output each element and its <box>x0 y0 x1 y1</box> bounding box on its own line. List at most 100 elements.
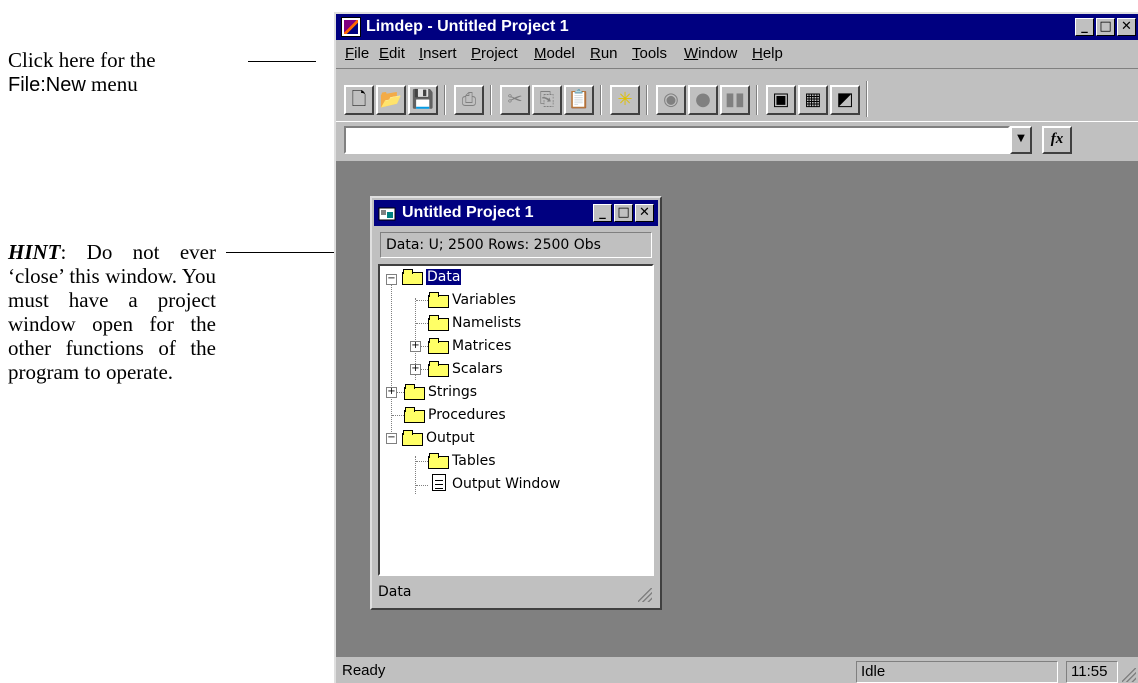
file-new-leader-line <box>248 61 316 62</box>
file-new-annotation-menu: File:New <box>8 74 86 96</box>
menu-tools[interactable]: Tools <box>632 42 667 66</box>
tree-item-label: Matrices <box>452 338 512 354</box>
open-folder-icon <box>402 269 423 285</box>
toolbar-separator <box>646 85 648 115</box>
toolbar: 🗋 📂 💾 ⎙ ✂ ⎘ 📋 ✳ ◉ ● ▮▮ ▣ ▦ ◩ <box>336 68 1138 122</box>
command-dropdown-button[interactable]: ▼ <box>1010 126 1032 154</box>
document-icon <box>432 474 446 491</box>
fx-button[interactable]: fx <box>1042 126 1072 154</box>
command-row: ▼ fx <box>336 122 1138 158</box>
project-info-bar: Data: U; 2500 Rows: 2500 Obs <box>380 232 652 258</box>
open-folder-icon <box>402 430 423 446</box>
tree-connector <box>420 346 428 347</box>
new-file-icon[interactable]: 🗋 <box>344 85 374 115</box>
status-time-panel: 11:55 <box>1066 661 1118 683</box>
project-icon[interactable]: ▣ <box>766 85 796 115</box>
maximize-button[interactable]: □ <box>1096 18 1115 36</box>
project-status-text: Data <box>378 584 412 600</box>
limdep-app-icon[interactable] <box>341 17 361 37</box>
tree-item-procedures[interactable]: Procedures <box>404 404 506 426</box>
tree-item-scalars[interactable]: Scalars <box>428 358 503 380</box>
tree-item-output[interactable]: Output <box>402 427 475 449</box>
menu-project[interactable]: Project <box>471 42 518 66</box>
tree-item-label: Data <box>426 269 462 285</box>
collapse-data-icon[interactable]: − <box>386 274 397 285</box>
folder-icon <box>428 361 449 377</box>
menu-file[interactable]: File <box>345 42 369 66</box>
tree-item-namelists[interactable]: Namelists <box>428 312 521 334</box>
expand-scalars-icon[interactable]: + <box>410 364 421 375</box>
menu-window[interactable]: Window <box>684 42 737 66</box>
project-minimize-button[interactable]: _ <box>593 204 612 222</box>
minimize-button[interactable]: _ <box>1075 18 1094 36</box>
project-tree[interactable]: − Data Variables Namelists + Matrices + … <box>378 264 654 576</box>
hint-annotation: HINT: Do not ever ‘close’ this window. Y… <box>8 240 216 384</box>
tree-connector <box>392 415 404 416</box>
save-icon[interactable]: 💾 <box>408 85 438 115</box>
resize-grip-icon[interactable] <box>638 588 652 602</box>
status-state-panel: Idle <box>856 661 1058 683</box>
tree-item-label: Tables <box>452 453 496 469</box>
menu-run[interactable]: Run <box>590 42 618 66</box>
status-bar: Ready Idle 11:55 <box>336 659 1138 683</box>
tree-item-label: Variables <box>452 292 516 308</box>
toolbar-separator <box>444 85 446 115</box>
cut-icon[interactable]: ✂ <box>500 85 530 115</box>
pause-icon[interactable]: ▮▮ <box>720 85 750 115</box>
copy-icon[interactable]: ⎘ <box>532 85 562 115</box>
tree-connector <box>416 323 428 324</box>
tree-item-label: Output <box>426 430 475 446</box>
toolbar-separator <box>600 85 602 115</box>
expand-matrices-icon[interactable]: + <box>410 341 421 352</box>
tree-item-label: Procedures <box>428 407 506 423</box>
go-icon[interactable]: ◉ <box>656 85 686 115</box>
expand-strings-icon[interactable]: + <box>386 387 397 398</box>
tree-item-matrices[interactable]: Matrices <box>428 335 511 357</box>
tree-item-tables[interactable]: Tables <box>428 450 496 472</box>
close-button[interactable]: ✕ <box>1117 18 1136 36</box>
folder-icon <box>428 315 449 331</box>
collapse-output-icon[interactable]: − <box>386 433 397 444</box>
project-maximize-button[interactable]: □ <box>614 204 633 222</box>
main-window-controls: _ □ ✕ <box>1075 18 1136 36</box>
open-folder-icon[interactable]: 📂 <box>376 85 406 115</box>
paste-icon[interactable]: 📋 <box>564 85 594 115</box>
star-icon[interactable]: ✳ <box>610 85 640 115</box>
resize-grip-icon[interactable] <box>1122 668 1136 682</box>
grid-icon[interactable]: ▦ <box>798 85 828 115</box>
toolbar-separator <box>490 85 492 115</box>
project-window-icon[interactable] <box>378 205 396 221</box>
chart-icon[interactable]: ◩ <box>830 85 860 115</box>
tree-item-label: Output Window <box>452 476 561 492</box>
menu-help[interactable]: Help <box>752 42 783 66</box>
menu-model[interactable]: Model <box>534 42 575 66</box>
tree-item-strings[interactable]: Strings <box>404 381 477 403</box>
file-new-annotation: Click here for the File:New menu <box>8 48 228 97</box>
main-title-bar[interactable]: Limdep - Untitled Project 1 _ □ ✕ <box>336 14 1138 40</box>
folder-icon <box>404 384 425 400</box>
command-input[interactable] <box>344 126 1010 154</box>
folder-icon <box>404 407 425 423</box>
main-window-title: Limdep - Untitled Project 1 <box>366 18 569 35</box>
tree-item-label: Strings <box>428 384 478 400</box>
project-window-controls: _ □ ✕ <box>593 204 654 222</box>
folder-icon <box>428 453 449 469</box>
project-window: Untitled Project 1 _ □ ✕ Data: U; 2500 R… <box>370 196 662 610</box>
tree-connector <box>416 300 428 301</box>
project-window-title: Untitled Project 1 <box>402 204 534 221</box>
print-icon[interactable]: ⎙ <box>454 85 484 115</box>
tree-item-output-window[interactable]: Output Window <box>432 473 560 495</box>
project-close-button[interactable]: ✕ <box>635 204 654 222</box>
tree-connector <box>396 392 404 393</box>
tree-item-variables[interactable]: Variables <box>428 289 516 311</box>
folder-icon <box>428 338 449 354</box>
stop-icon[interactable]: ● <box>688 85 718 115</box>
file-new-annotation-suffix: menu <box>91 72 138 96</box>
menu-insert[interactable]: Insert <box>419 42 457 66</box>
tree-item-label: Scalars <box>452 361 503 377</box>
tree-item-data[interactable]: Data <box>402 266 462 288</box>
tree-item-label: Namelists <box>452 315 522 331</box>
project-title-bar[interactable]: Untitled Project 1 _ □ ✕ <box>374 200 658 226</box>
menu-edit[interactable]: Edit <box>379 42 405 66</box>
menu-bar: File Edit Insert Project Model Run Tools… <box>336 42 1138 66</box>
